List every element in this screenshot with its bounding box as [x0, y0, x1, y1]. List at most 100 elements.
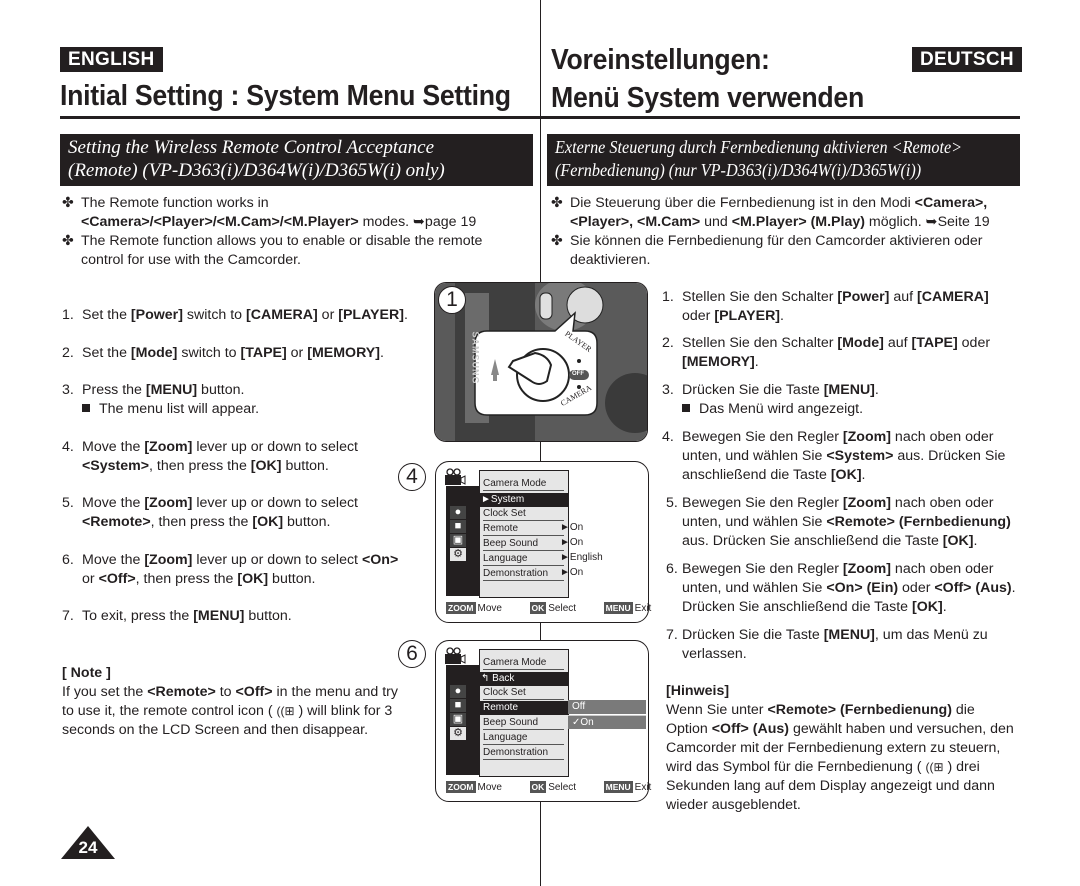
- tv-icon[interactable]: ▣: [450, 713, 466, 726]
- option-off[interactable]: Off: [568, 700, 646, 714]
- step-text-bold: <Remote> (Fernbedienung): [826, 514, 1011, 530]
- step-text: Bewegen Sie den Regler: [682, 429, 843, 445]
- step-text-bold: [TAPE]: [240, 345, 287, 361]
- step-text-bold: [MENU]: [193, 608, 245, 624]
- section-heading-english: Setting the Wireless Remote Control Acce…: [60, 134, 533, 186]
- note-text: ) drei: [943, 759, 980, 775]
- menu-list: Camera Mode ↰ Back Clock Set Remote Beep…: [478, 649, 569, 777]
- step-text: , um das Menü zu: [874, 627, 988, 643]
- bullet-text: control for use with the Camcorder.: [81, 252, 302, 268]
- step-text-bold: [Zoom]: [842, 429, 891, 445]
- menu-item-system[interactable]: ►System: [478, 493, 568, 507]
- menu-item-beep-sound[interactable]: Beep Sound: [480, 716, 568, 730]
- note-text: Option: [666, 721, 712, 737]
- menu-item-remote[interactable]: Remote: [480, 701, 568, 715]
- note-text: ) will blink for 3: [294, 703, 393, 719]
- menu-item-back[interactable]: ↰ Back: [478, 672, 568, 686]
- step-text: oder: [957, 335, 991, 351]
- photo-icon[interactable]: ●: [450, 506, 466, 519]
- step-number: 3.: [62, 382, 74, 398]
- page-reference-link[interactable]: modes. ➥page 19: [359, 214, 477, 230]
- step-text: Stellen Sie den Schalter: [682, 335, 838, 351]
- camcorder-icon[interactable]: ■: [450, 699, 466, 712]
- menu-item-language[interactable]: Language: [480, 731, 568, 745]
- step-text: oder: [898, 580, 935, 596]
- settings-gear-icon[interactable]: ⚙: [450, 548, 466, 561]
- note-text: Wenn Sie unter: [666, 702, 768, 718]
- step-subtext: Das Menü wird angezeigt.: [699, 401, 864, 417]
- dial-label-off: OFF: [572, 371, 584, 377]
- step-text: button.: [244, 608, 292, 624]
- step-text: lever up or down to select: [192, 439, 358, 455]
- step-2-en: 2. Set the [Mode] switch to [TAPE] or [ME…: [62, 344, 384, 363]
- tv-icon[interactable]: ▣: [450, 534, 466, 547]
- menu-footer: ZOOM Move OK Select MENU Exit: [446, 781, 651, 795]
- step-text-bold: [MENU]: [823, 627, 875, 643]
- step-text-bold: [OK]: [942, 533, 974, 549]
- step-text: Set the: [82, 307, 131, 323]
- menu-item-demonstration[interactable]: Demonstration: [480, 746, 568, 760]
- menu-item-clock-set[interactable]: Clock Set: [480, 507, 568, 521]
- brand-logo: SAMSUNG: [470, 331, 481, 385]
- option-on-checked[interactable]: ✓On: [568, 715, 646, 729]
- step-text: Bewegen Sie den Regler: [682, 495, 843, 511]
- page-reference-link[interactable]: möglich. ➥Seite 19: [865, 214, 990, 230]
- step-number: 7.: [62, 608, 74, 624]
- settings-gear-icon[interactable]: ⚙: [450, 727, 466, 740]
- note-text-bold: <Remote> (Fernbedienung): [767, 702, 952, 718]
- ok-key-chip: OK: [529, 602, 547, 614]
- step-text: or: [317, 307, 339, 323]
- power-dial-illustration: PLAYER OFF CAMERA SAMSUNG: [434, 282, 648, 442]
- menu-item-demonstration[interactable]: Demonstration: [480, 567, 568, 581]
- bullet-text: und: [700, 214, 732, 230]
- step-text-bold: <System>: [826, 448, 894, 464]
- note-text: seconds on the LCD Screen and then disap…: [62, 722, 369, 738]
- step-text-bold: [MENU]: [145, 382, 198, 398]
- step-5-de: 5. Bewegen Sie den Regler [Zoom] nach obe…: [666, 494, 1011, 551]
- note-text: wieder ausgeblendet.: [666, 797, 801, 813]
- photo-icon[interactable]: ●: [450, 685, 466, 698]
- menu-item-beep-sound[interactable]: Beep Sound: [480, 537, 568, 551]
- step-text-bold: [CAMERA]: [246, 307, 318, 323]
- step-text-bold: [OK]: [252, 514, 284, 530]
- menu-item-language[interactable]: Language: [480, 552, 568, 566]
- ok-key-chip: OK: [529, 781, 547, 793]
- bullet-text: The Remote function works in: [81, 195, 269, 211]
- step-1-de: 1. Stellen Sie den Schalter [Power] auf […: [662, 288, 989, 326]
- step-text-bold: [MEMORY]: [682, 354, 755, 370]
- menu-item-remote[interactable]: Remote: [480, 522, 568, 536]
- menu-header: Camera Mode: [480, 477, 568, 491]
- step-text: Press the: [82, 382, 146, 398]
- camera-mode-icon: [445, 468, 466, 485]
- note-text: wird das Symbol für die Fernbedienung (: [666, 759, 926, 775]
- step-text: Drücken Sie die Taste: [682, 382, 824, 398]
- note-text-bold: <Remote>: [147, 684, 216, 700]
- step-text-bold: [Zoom]: [144, 439, 193, 455]
- note-de: [Hinweis] Wenn Sie unter <Remote> (Fernb…: [666, 682, 1014, 815]
- page-title-deutsch-line1: Voreinstellungen:: [551, 44, 770, 76]
- menu-header-text: Camera Mode: [483, 478, 547, 489]
- menu-item-label: Clock Set: [483, 508, 526, 519]
- bullet-icon: ✤: [62, 195, 74, 211]
- step-text-bold: <Off> (Aus): [934, 580, 1012, 596]
- camera-mode-icon: [445, 647, 466, 664]
- step-text-bold: [Zoom]: [842, 495, 891, 511]
- menu-screen-remote: ● ■ ▣ ⚙ Camera Mode ↰ Back Clock Set Rem…: [435, 640, 651, 802]
- camcorder-icon[interactable]: ■: [450, 520, 466, 533]
- step-text-bold: <Remote>: [82, 514, 151, 530]
- step-number: 2.: [62, 345, 74, 361]
- step-text: or: [286, 345, 308, 361]
- menu-item-clock-set[interactable]: Clock Set: [480, 686, 568, 700]
- bullet-text: The Remote function allows you to enable…: [81, 233, 483, 249]
- section-heading-english-line2: (Remote) (VP-D363(i)/D364W(i)/D365W(i) o…: [68, 160, 445, 181]
- step-text: Stellen Sie den Schalter: [682, 289, 838, 305]
- value-beep-sound: ►On: [560, 537, 584, 548]
- step-text-bold: [Mode]: [837, 335, 884, 351]
- step-text-bold: [CAMERA]: [917, 289, 989, 305]
- section-heading-deutsch-line2: (Fernbedienung) (nur VP-D363(i)/D364W(i)…: [555, 160, 922, 180]
- bullet-text-bold: <Player>, <M.Cam>: [570, 214, 701, 230]
- step-text: nach oben oder: [890, 495, 994, 511]
- footer-label-move: Move: [477, 603, 502, 614]
- step-text: auf: [889, 289, 918, 305]
- step-3-en: 3. Press the [MENU] button. The menu list…: [62, 381, 259, 419]
